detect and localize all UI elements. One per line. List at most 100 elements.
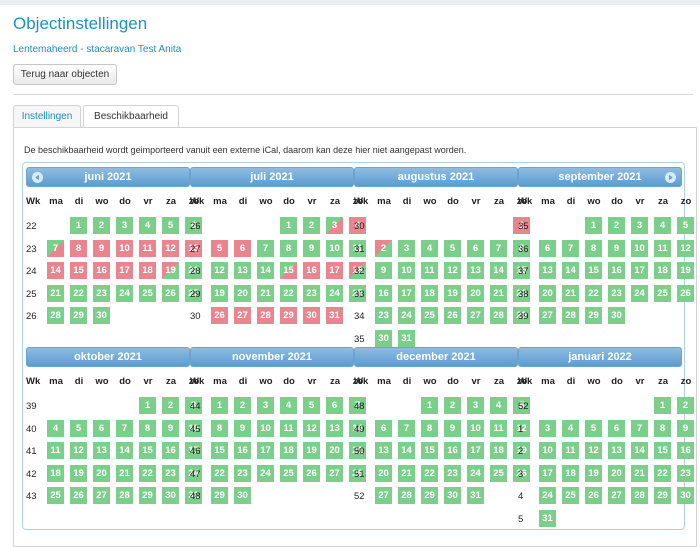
day-cell: 13 xyxy=(234,262,251,279)
day-cell: 25 xyxy=(280,464,297,482)
day-cell: 30 xyxy=(303,307,320,324)
week-number: 52 xyxy=(354,491,365,502)
weekday-header: di xyxy=(238,196,248,207)
day-cell: 20 xyxy=(467,284,484,302)
day-cell: 29 xyxy=(139,487,156,504)
day-cell: 5 xyxy=(211,239,228,257)
ical-info-text: De beschikbaarheid wordt geimporteerd va… xyxy=(24,145,467,155)
day-cell: 28 xyxy=(490,307,507,324)
day-cell: 30 xyxy=(677,487,694,504)
week-number: 28 xyxy=(190,266,201,277)
weekday-header: di xyxy=(402,376,412,387)
day-cell: 18 xyxy=(490,442,507,459)
month-header: augustus 2021 xyxy=(354,167,518,187)
day-cell: 18 xyxy=(562,464,579,482)
day-cell: 19 xyxy=(162,262,179,279)
day-cell: 27 xyxy=(234,307,251,324)
day-cell: 12 xyxy=(585,442,602,459)
day-cell: 14 xyxy=(398,442,415,459)
weekday-header: vr xyxy=(471,196,481,207)
month-header: september 2021 xyxy=(518,167,682,187)
day-cell: 10 xyxy=(326,239,343,257)
week-number: 25 xyxy=(26,288,37,300)
day-cell: 7 xyxy=(631,419,648,437)
day-cell: 29 xyxy=(654,487,671,504)
day-cell: 4 xyxy=(490,397,507,414)
day-cell: 28 xyxy=(257,307,274,324)
day-cell: 25 xyxy=(654,284,671,302)
day-cell: 5 xyxy=(677,217,694,234)
prev-month-icon[interactable] xyxy=(32,172,43,183)
month-title: januari 2022 xyxy=(568,351,632,363)
day-cell: 2 xyxy=(375,239,392,257)
day-cell: 1 xyxy=(421,397,438,414)
day-cell: 25 xyxy=(139,284,156,302)
day-cell: 29 xyxy=(70,307,87,324)
day-cell: 19 xyxy=(677,262,694,279)
day-cell: 20 xyxy=(539,284,556,302)
availability-calendar: juni 2021 Wk ma di wo do vr za zo 22 23 24 25 26 1 2 3 4 5… xyxy=(22,162,694,530)
week-number: 35 xyxy=(354,333,365,345)
day-cell: 5 xyxy=(585,419,602,437)
weekday-header: di xyxy=(238,376,248,387)
day-cell: 11 xyxy=(654,239,671,257)
day-cell: 8 xyxy=(654,419,671,437)
day-cell: 20 xyxy=(326,442,343,459)
weekday-header: vr xyxy=(307,376,317,387)
day-cell: 6 xyxy=(539,239,556,257)
day-cell: 11 xyxy=(139,239,156,257)
day-cell: 16 xyxy=(93,262,110,279)
day-cell: 2 xyxy=(93,217,110,234)
week-number: 44 xyxy=(190,401,201,412)
weekday-header: Wk xyxy=(518,196,533,207)
day-cell: 4 xyxy=(562,419,579,437)
day-cell: 5 xyxy=(444,239,461,257)
back-to-objects-button[interactable]: Terug naar objecten xyxy=(13,64,117,85)
week-number: 45 xyxy=(190,423,201,435)
weekday-header: za xyxy=(165,376,177,387)
day-cell: 4 xyxy=(280,397,297,414)
month-header: november 2021 xyxy=(190,347,354,367)
day-cell: 16 xyxy=(444,442,461,459)
month-title: oktober 2021 xyxy=(74,351,142,363)
day-cell: 22 xyxy=(211,464,228,482)
weekday-header: Wk xyxy=(190,376,205,387)
day-cell: 12 xyxy=(444,262,461,279)
next-month-icon[interactable] xyxy=(665,172,676,183)
day-cell: 3 xyxy=(257,397,274,414)
day-cell: 26 xyxy=(585,487,602,504)
weekday-header: wo xyxy=(423,196,437,207)
week-number: 39 xyxy=(26,401,37,412)
day-cell: 28 xyxy=(631,487,648,504)
day-cell: 28 xyxy=(562,307,579,324)
week-number: 40 xyxy=(26,423,37,435)
day-cell: 26 xyxy=(162,284,179,302)
weekday-header: wo xyxy=(259,376,273,387)
day-cell: 12 xyxy=(162,239,179,257)
weekday-header: ma xyxy=(49,376,63,387)
object-subtitle: Lentemaheerd - stacaravan Test Anita xyxy=(13,44,182,55)
day-cell: 21 xyxy=(562,284,579,302)
week-number: 43 xyxy=(26,491,37,502)
weekday-header: di xyxy=(74,196,84,207)
weekday-header: do xyxy=(283,196,295,207)
day-cell: 24 xyxy=(467,464,484,482)
day-cell: 9 xyxy=(375,262,392,279)
day-cell: 11 xyxy=(280,419,297,437)
day-cell: 18 xyxy=(47,464,64,482)
day-cell: 22 xyxy=(70,284,87,302)
day-cell: 9 xyxy=(677,419,694,437)
tab-beschikbaarheid[interactable]: Beschikbaarheid xyxy=(83,105,179,127)
day-cell: 21 xyxy=(257,284,274,302)
day-cell: 12 xyxy=(211,262,228,279)
day-cell: 21 xyxy=(398,464,415,482)
weekday-header: ma xyxy=(541,376,555,387)
day-cell: 13 xyxy=(467,262,484,279)
day-cell: 1 xyxy=(211,397,228,414)
weekday-header: wo xyxy=(95,196,109,207)
weekday-header: ma xyxy=(49,196,63,207)
day-cell: 15 xyxy=(70,262,87,279)
day-cell: 30 xyxy=(608,307,625,324)
day-cell: 10 xyxy=(631,239,648,257)
tab-instellingen[interactable]: Instellingen xyxy=(13,105,81,127)
